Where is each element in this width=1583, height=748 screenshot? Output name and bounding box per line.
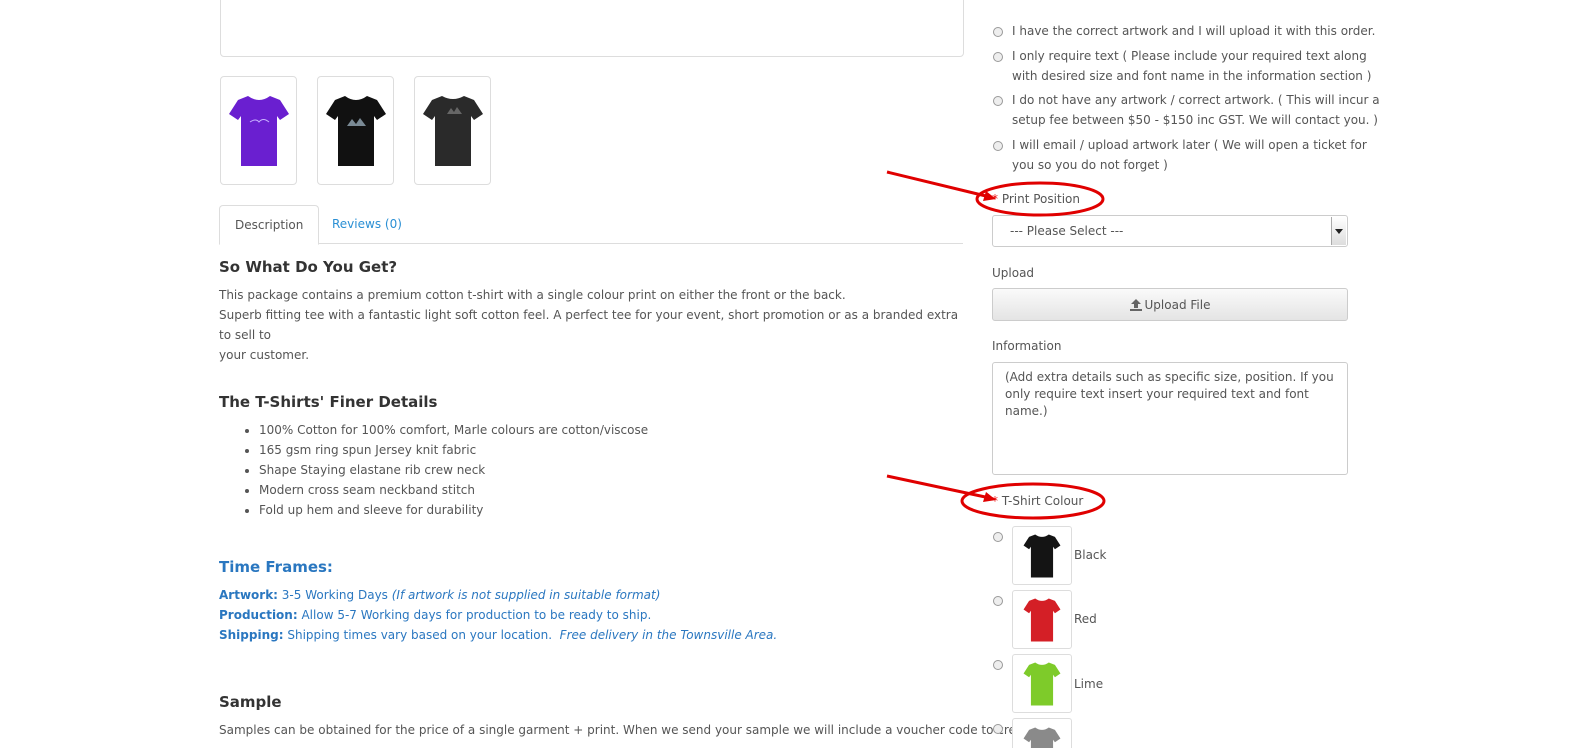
- description-line: Superb fitting tee with a fantastic ligh…: [219, 308, 959, 342]
- select-value: --- Please Select ---: [1010, 224, 1124, 238]
- production-label: Production:: [219, 608, 298, 622]
- chevron-down-icon[interactable]: [1331, 217, 1346, 245]
- production-text: Allow 5-7 Working days for production to…: [301, 608, 652, 622]
- colour-swatch-red[interactable]: [1012, 590, 1072, 649]
- artwork-option-label: I do not have any artwork / correct artw…: [1012, 93, 1380, 127]
- print-position-label: * Print Position: [992, 192, 1080, 206]
- description-text: This package contains a premium cotton t…: [219, 285, 959, 365]
- information-textarea[interactable]: (Add extra details such as specific size…: [992, 362, 1348, 475]
- artwork-note: (If artwork is not supplied in suitable …: [391, 588, 661, 602]
- purple-tshirt-thumbnail[interactable]: [220, 76, 297, 185]
- tshirt-icon: [1023, 597, 1061, 642]
- tshirt-icon: [422, 95, 483, 166]
- colour-radio-black[interactable]: [993, 532, 1003, 542]
- artwork-option-radio[interactable]: [993, 141, 1003, 151]
- tab-reviews[interactable]: Reviews (0): [317, 205, 417, 243]
- main-product-image: [220, 0, 964, 57]
- details-heading: The T-Shirts' Finer Details: [219, 393, 438, 411]
- tshirt-icon: [1023, 533, 1061, 578]
- details-list: 100% Cotton for 100% comfort, Marle colo…: [219, 420, 959, 520]
- colour-radio-lime[interactable]: [993, 660, 1003, 670]
- colour-radio-grey[interactable]: [993, 724, 1003, 734]
- artwork-option-radio[interactable]: [993, 96, 1003, 106]
- colour-swatch-grey[interactable]: [1012, 718, 1072, 748]
- upload-label: Upload: [992, 266, 1035, 280]
- sample-text: Samples can be obtained for the price of…: [219, 723, 1032, 737]
- tshirt-icon: [1023, 661, 1061, 706]
- list-item: Shape Staying elastane rib crew neck: [259, 460, 959, 480]
- colour-name: Red: [1074, 612, 1097, 626]
- annotation-arrow: [886, 170, 991, 199]
- required-mark: *: [992, 192, 998, 206]
- artwork-option-label: I will email / upload artwork later ( We…: [1012, 138, 1367, 172]
- colour-swatch-black[interactable]: [1012, 526, 1072, 585]
- list-item: Fold up hem and sleeve for durability: [259, 500, 959, 520]
- print-position-select[interactable]: --- Please Select ---: [992, 215, 1348, 247]
- description-line: your customer.: [219, 348, 310, 362]
- tshirt-colour-label: * T-Shirt Colour: [992, 494, 1084, 508]
- required-mark: *: [992, 494, 998, 508]
- colour-radio-red[interactable]: [993, 596, 1003, 606]
- list-item: 165 gsm ring spun Jersey knit fabric: [259, 440, 959, 460]
- black-tshirt-back-thumbnail[interactable]: [414, 76, 491, 185]
- artwork-option-label: I have the correct artwork and I will up…: [1012, 24, 1376, 38]
- upload-file-button[interactable]: Upload File: [992, 288, 1348, 321]
- timeframes-heading: Time Frames:: [219, 558, 333, 576]
- black-tshirt-front-thumbnail[interactable]: [317, 76, 394, 185]
- artwork-option-radio[interactable]: [993, 52, 1003, 62]
- artwork-option-label: I only require text ( Please include you…: [1012, 49, 1372, 83]
- shipping-note: Free delivery in the Townsville Area.: [559, 628, 778, 642]
- timeframes-text: Artwork: 3-5 Working Days (If artwork is…: [219, 585, 979, 645]
- tshirt-icon: [1023, 727, 1061, 748]
- product-tabs: Description Reviews (0): [219, 205, 963, 245]
- shipping-text: Shipping times vary based on your locati…: [287, 628, 553, 642]
- upload-icon: [1129, 298, 1142, 311]
- artwork-option-radio[interactable]: [993, 27, 1003, 37]
- upload-button-label: Upload File: [1144, 297, 1211, 312]
- list-item: Modern cross seam neckband stitch: [259, 480, 959, 500]
- colour-name: Black: [1074, 548, 1107, 562]
- artwork-text: 3-5 Working Days: [281, 588, 388, 602]
- colour-swatch-lime[interactable]: [1012, 654, 1072, 713]
- artwork-label: Artwork:: [219, 588, 278, 602]
- list-item: 100% Cotton for 100% comfort, Marle colo…: [259, 420, 959, 440]
- colour-name: Lime: [1074, 677, 1104, 691]
- tab-description[interactable]: Description: [219, 205, 320, 245]
- shipping-label: Shipping:: [219, 628, 284, 642]
- information-label: Information: [992, 339, 1062, 353]
- description-heading: So What Do You Get?: [219, 258, 398, 276]
- tshirt-icon: [228, 95, 289, 166]
- tshirt-icon: [325, 95, 386, 166]
- description-line: This package contains a premium cotton t…: [219, 288, 846, 302]
- sample-heading: Sample: [219, 693, 282, 711]
